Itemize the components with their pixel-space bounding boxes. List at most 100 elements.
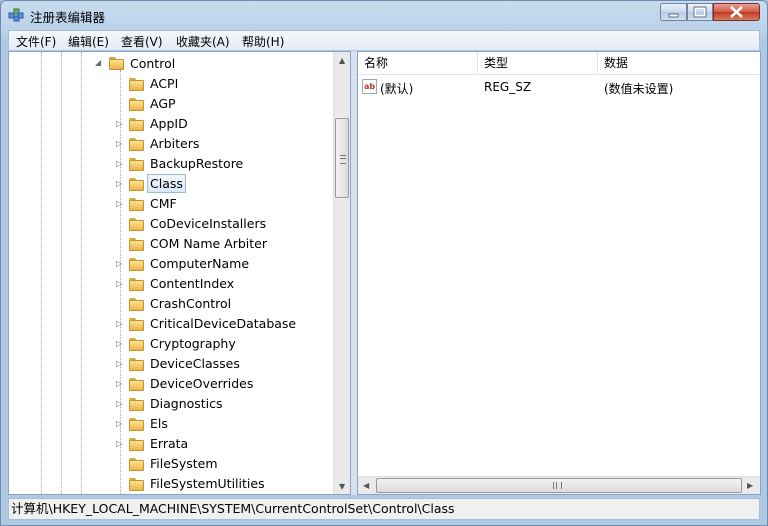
key-tree[interactable]: ◢ Control ACPI AGP ▷ AppID ▷ Arbiters ▷ BackupR…	[8, 51, 351, 495]
expand-arrow-icon[interactable]: ▷	[116, 340, 124, 348]
folder-icon	[129, 458, 144, 471]
folder-icon	[129, 238, 144, 251]
scroll-up-arrow-icon[interactable]: ▲	[339, 56, 345, 65]
registry-app-icon	[8, 8, 24, 22]
expand-arrow-icon[interactable]: ▷	[116, 200, 124, 208]
tree-item[interactable]: COM Name Arbiter	[9, 234, 333, 254]
tree-item[interactable]: ▷ AppID	[9, 114, 333, 134]
expand-arrow-icon[interactable]: ▷	[116, 360, 124, 368]
expand-arrow-icon[interactable]: ▷	[116, 440, 124, 448]
folder-icon	[129, 338, 144, 351]
menu-view[interactable]: 查看(V)	[121, 33, 163, 50]
tree-item-label: Class	[147, 174, 186, 193]
tree-item[interactable]: ▷ CMF	[9, 194, 333, 214]
folder-icon	[129, 158, 144, 171]
tree-item-label: Control	[130, 56, 176, 71]
tree-item-label: COM Name Arbiter	[150, 236, 268, 251]
folder-icon	[129, 358, 144, 371]
expand-arrow-icon[interactable]: ▷	[116, 160, 124, 168]
scroll-left-arrow-icon[interactable]: ◀	[363, 481, 369, 490]
folder-icon	[129, 478, 144, 491]
tree-item[interactable]: CrashControl	[9, 294, 333, 314]
column-header-type[interactable]: 类型	[478, 52, 598, 74]
tree-item[interactable]: FileSystem	[9, 454, 333, 474]
tree-item-label: ContentIndex	[150, 276, 235, 291]
expand-arrow-icon[interactable]: ▷	[116, 120, 124, 128]
tree-item[interactable]: ACPI	[9, 74, 333, 94]
expand-arrow-icon[interactable]: ▷	[116, 280, 124, 288]
values-horizontal-scrollbar[interactable]: ◀ ▶	[358, 476, 760, 494]
tree-item[interactable]: ▷ ComputerName	[9, 254, 333, 274]
tree-item-label: ComputerName	[150, 256, 250, 271]
status-bar-path: 计算机\HKEY_LOCAL_MACHINE\SYSTEM\CurrentCon…	[8, 498, 760, 520]
expand-arrow-icon[interactable]: ▷	[116, 320, 124, 328]
tree-item[interactable]: FileSystemUtilities	[9, 474, 333, 494]
tree-item[interactable]: ▷ Els	[9, 414, 333, 434]
scrollbar-thumb[interactable]	[335, 118, 349, 198]
registry-editor-window: 注册表编辑器 文件(F) 编辑(E) 查看(V) 收藏夹(A) 帮助(H) ◢ …	[0, 0, 768, 526]
tree-item[interactable]: AGP	[9, 94, 333, 114]
values-list[interactable]: 名称 类型 数据 ab (默认) REG_SZ (数值未设置) ◀ ▶	[357, 51, 761, 495]
tree-item-label: Els	[150, 416, 168, 431]
folder-icon	[129, 138, 144, 151]
column-header-data[interactable]: 数据	[598, 52, 760, 74]
folder-icon	[129, 398, 144, 411]
tree-item[interactable]: ▷ DeviceClasses	[9, 354, 333, 374]
maximize-button[interactable]	[687, 3, 713, 21]
tree-item[interactable]: ▷ ContentIndex	[9, 274, 333, 294]
expand-arrow-icon[interactable]: ▷	[116, 380, 124, 388]
tree-item[interactable]: ▷ DeviceOverrides	[9, 374, 333, 394]
tree-item[interactable]: ▷ Class	[9, 174, 333, 194]
close-button[interactable]	[713, 3, 760, 21]
tree-item-label: Errata	[150, 436, 189, 451]
tree-item[interactable]: ▷ BackupRestore	[9, 154, 333, 174]
tree-item-label: ACPI	[150, 76, 179, 91]
folder-icon	[129, 78, 144, 91]
value-row[interactable]: ab (默认) REG_SZ (数值未设置)	[358, 78, 760, 98]
column-header-name[interactable]: 名称	[358, 52, 478, 74]
tree-item-label: CMF	[150, 196, 177, 211]
tree-item[interactable]: ▷ Arbiters	[9, 134, 333, 154]
menu-favorites[interactable]: 收藏夹(A)	[176, 33, 230, 50]
tree-item-label: CoDeviceInstallers	[150, 216, 267, 231]
scroll-right-arrow-icon[interactable]: ▶	[747, 481, 753, 490]
tree-item-label: FileSystem	[150, 456, 218, 471]
tree-item[interactable]: ▷ Errata	[9, 434, 333, 454]
expand-arrow-icon[interactable]: ▷	[116, 140, 124, 148]
menu-help[interactable]: 帮助(H)	[242, 33, 284, 50]
tree-item-label: FileSystemUtilities	[150, 476, 265, 491]
title-bar[interactable]: 注册表编辑器	[1, 1, 767, 29]
expand-arrow-icon[interactable]: ▷	[116, 400, 124, 408]
tree-item-control[interactable]: ◢ Control	[9, 54, 333, 74]
folder-icon	[129, 438, 144, 451]
minimize-icon	[668, 13, 679, 18]
folder-icon	[129, 418, 144, 431]
expand-arrow-icon[interactable]: ▷	[116, 260, 124, 268]
tree-item-label: BackupRestore	[150, 156, 244, 171]
tree-item-label: DeviceOverrides	[150, 376, 254, 391]
scrollbar-thumb[interactable]	[376, 478, 742, 493]
tree-item-label: Arbiters	[150, 136, 200, 151]
tree-item[interactable]: ▷ Cryptography	[9, 334, 333, 354]
folder-icon	[129, 278, 144, 291]
tree-item[interactable]: CoDeviceInstallers	[9, 214, 333, 234]
expand-arrow-icon[interactable]: ▷	[116, 180, 124, 188]
folder-icon	[129, 258, 144, 271]
tree-item-label: Diagnostics	[150, 396, 223, 411]
tree-item[interactable]: ▷ CriticalDeviceDatabase	[9, 314, 333, 334]
tree-item-label: AppID	[150, 116, 188, 131]
string-value-icon: ab	[362, 79, 377, 94]
value-data: (数值未设置)	[604, 82, 674, 96]
folder-icon	[109, 57, 124, 70]
minimize-button[interactable]	[660, 3, 687, 21]
maximize-icon	[693, 6, 707, 18]
value-type: REG_SZ	[484, 80, 532, 94]
menu-file[interactable]: 文件(F)	[16, 33, 56, 50]
tree-item[interactable]: ▷ Diagnostics	[9, 394, 333, 414]
folder-icon	[129, 98, 144, 111]
tree-vertical-scrollbar[interactable]: ▲ ▼	[333, 52, 350, 494]
menu-edit[interactable]: 编辑(E)	[68, 33, 109, 50]
scroll-down-arrow-icon[interactable]: ▼	[339, 482, 345, 491]
expand-arrow-icon[interactable]: ▷	[116, 420, 124, 428]
collapse-arrow-icon[interactable]: ◢	[95, 59, 103, 67]
